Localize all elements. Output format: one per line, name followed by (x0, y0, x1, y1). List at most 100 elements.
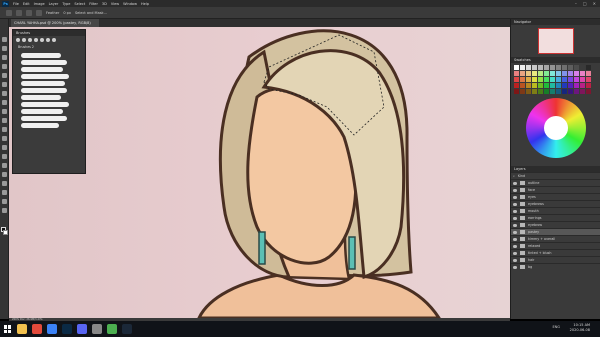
menu-edit[interactable]: Edit (23, 2, 30, 6)
maximize-button[interactable]: □ (583, 0, 587, 7)
visibility-eye-icon[interactable] (513, 209, 517, 213)
color-swatch[interactable] (520, 71, 525, 76)
crop-tool-icon[interactable] (2, 73, 7, 78)
move-tool-icon[interactable] (2, 37, 7, 42)
color-swatch[interactable] (532, 89, 537, 94)
navigator-thumbnail[interactable] (537, 28, 574, 54)
player-app-icon[interactable] (47, 324, 57, 334)
brush-stroke-preview[interactable] (21, 109, 63, 114)
color-swatch[interactable] (520, 77, 525, 82)
color-swatch[interactable] (556, 89, 561, 94)
brush-preset[interactable] (34, 38, 38, 42)
history-brush-tool-icon[interactable] (2, 118, 7, 123)
swatch-grid[interactable] (514, 65, 597, 94)
menu-file[interactable]: File (13, 2, 19, 6)
brush-stroke-preview[interactable] (21, 53, 61, 58)
color-swatch[interactable] (556, 77, 561, 82)
brush-preset[interactable] (22, 38, 26, 42)
eyedropper-tool-icon[interactable] (2, 82, 7, 87)
minimize-button[interactable]: – (575, 0, 577, 7)
color-swatch[interactable] (574, 71, 579, 76)
blur-tool-icon[interactable] (2, 145, 7, 150)
menu-type[interactable]: Type (62, 2, 70, 6)
color-swatch[interactable] (568, 89, 573, 94)
color-swatch[interactable] (538, 71, 543, 76)
visibility-eye-icon[interactable] (513, 181, 517, 185)
type-tool-icon[interactable] (2, 172, 7, 177)
menu-help[interactable]: Help (141, 2, 149, 6)
layer-row[interactable]: face (511, 186, 600, 193)
brush-stroke-preview[interactable] (21, 102, 69, 107)
add-selection-icon[interactable] (36, 9, 42, 16)
visibility-eye-icon[interactable] (513, 237, 517, 241)
healing-tool-icon[interactable] (2, 91, 7, 96)
path-select-tool-icon[interactable] (2, 181, 7, 186)
layer-row[interactable]: mouth (511, 207, 600, 214)
color-swatch[interactable] (562, 77, 567, 82)
menu-view[interactable]: View (111, 2, 119, 6)
layer-row[interactable]: hair (511, 256, 600, 263)
brush-preset[interactable] (16, 38, 20, 42)
layer-row[interactable]: tinted + blush (511, 249, 600, 256)
color-swatch[interactable] (514, 89, 519, 94)
color-swatch[interactable] (574, 77, 579, 82)
color-swatch[interactable] (562, 71, 567, 76)
brushes-panel[interactable]: Brushes Brushes 2 (12, 29, 86, 174)
layer-row[interactable]: bg (511, 263, 600, 270)
color-swatch[interactable] (514, 83, 519, 88)
brush-stroke-preview[interactable] (21, 95, 61, 100)
brush-preset[interactable] (28, 38, 32, 42)
color-swatch[interactable] (556, 65, 561, 70)
visibility-eye-icon[interactable] (513, 188, 517, 192)
pen-tool-icon[interactable] (2, 163, 7, 168)
color-swatch[interactable] (556, 83, 561, 88)
select-and-mask-button[interactable]: Select and Mask... (75, 11, 107, 15)
color-swatch[interactable] (538, 89, 543, 94)
photoshop-app-icon[interactable] (62, 324, 72, 334)
color-swatch[interactable] (526, 89, 531, 94)
visibility-eye-icon[interactable] (513, 216, 517, 220)
layer-row[interactable]: kimmy + overall (511, 235, 600, 242)
color-swatch[interactable] (586, 89, 591, 94)
clock[interactable]: 10:15 AM 2020-06-08 (570, 323, 590, 333)
color-swatch[interactable] (574, 65, 579, 70)
visibility-eye-icon[interactable] (513, 202, 517, 206)
color-swatch[interactable] (514, 71, 519, 76)
color-swatch[interactable] (544, 89, 549, 94)
brush-stroke-preview[interactable] (21, 88, 67, 93)
color-swatch[interactable] (568, 71, 573, 76)
color-swatch[interactable] (520, 89, 525, 94)
color-swatch[interactable] (544, 71, 549, 76)
visibility-eye-icon[interactable] (513, 258, 517, 262)
layer-row[interactable]: pastey (511, 228, 600, 235)
menu-3d[interactable]: 3D (102, 2, 107, 6)
color-swatch[interactable] (532, 65, 537, 70)
brush-folder[interactable]: Brushes 2 (13, 44, 85, 51)
brush-stroke-preview[interactable] (21, 74, 69, 79)
color-swatch[interactable] (586, 65, 591, 70)
layer-row[interactable]: eyes (511, 193, 600, 200)
menu-filter[interactable]: Filter (89, 2, 98, 6)
menu-select[interactable]: Select (74, 2, 85, 6)
dodge-tool-icon[interactable] (2, 154, 7, 159)
color-swatch[interactable] (562, 83, 567, 88)
color-swatch[interactable] (550, 77, 555, 82)
layers-filter-input[interactable]: ⌕ Kind (511, 172, 600, 179)
layer-row[interactable]: eyebrows (511, 200, 600, 207)
brush-tool-icon[interactable] (2, 100, 7, 105)
color-swatch[interactable] (586, 83, 591, 88)
menu-image[interactable]: Image (34, 2, 45, 6)
color-swatch[interactable] (526, 83, 531, 88)
menu-window[interactable]: Window (123, 2, 137, 6)
brush-stroke-preview[interactable] (21, 67, 63, 72)
background-color-swatch[interactable] (3, 230, 8, 235)
brush-preset[interactable] (52, 38, 56, 42)
color-swatch[interactable] (568, 65, 573, 70)
color-swatch[interactable] (526, 65, 531, 70)
visibility-eye-icon[interactable] (513, 251, 517, 255)
color-swatch[interactable] (550, 89, 555, 94)
brush-preset[interactable] (40, 38, 44, 42)
quick-select-tool-icon[interactable] (2, 64, 7, 69)
new-selection-icon[interactable] (26, 9, 32, 16)
discord-app-icon[interactable] (77, 324, 87, 334)
